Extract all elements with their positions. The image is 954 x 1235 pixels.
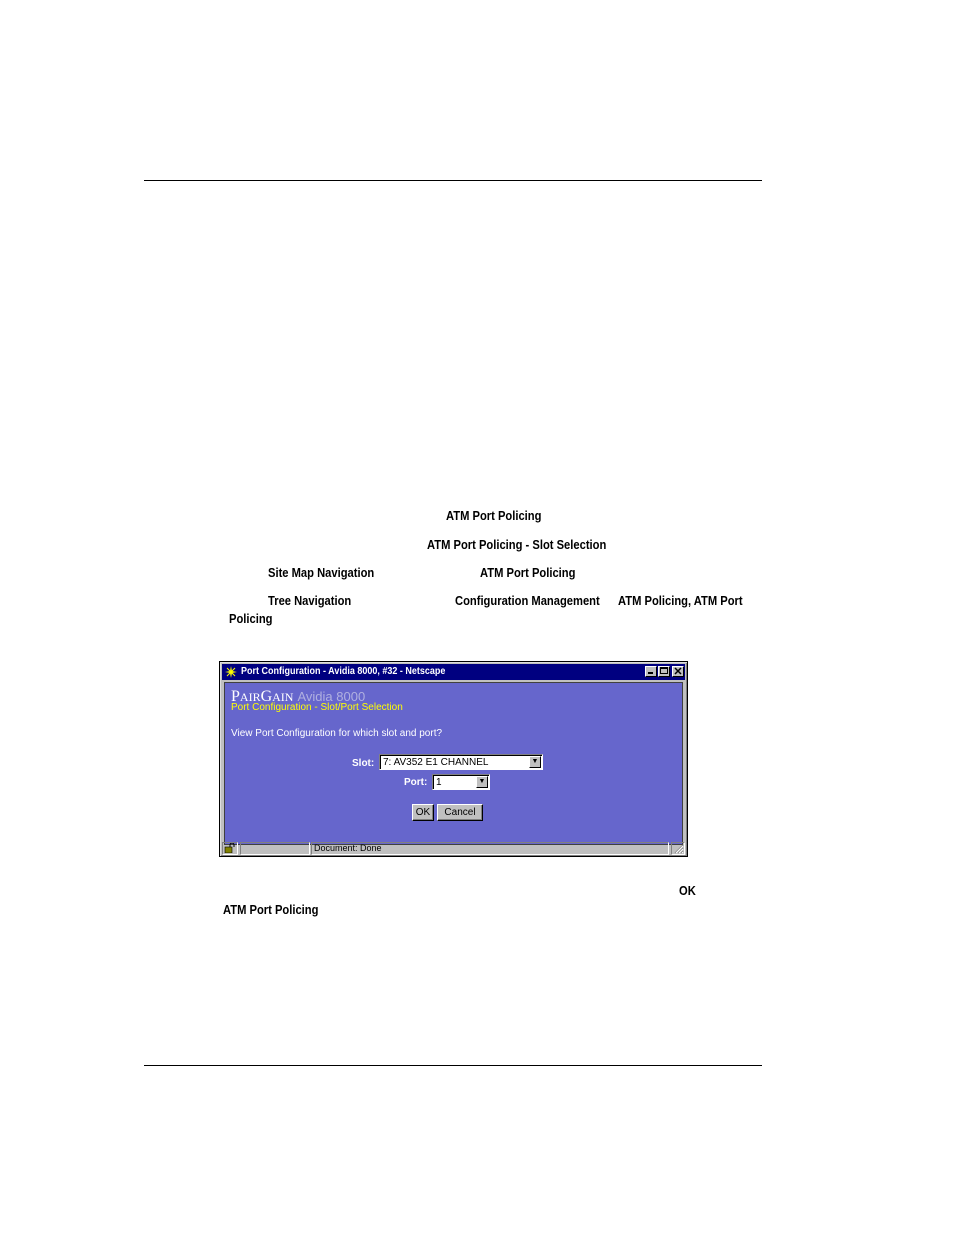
resize-grip[interactable] <box>671 842 685 855</box>
window-title: Port Configuration - Avidia 8000, #32 - … <box>241 666 446 677</box>
cancel-button[interactable]: Cancel <box>437 804 483 821</box>
ok-button[interactable]: OK <box>412 804 434 821</box>
slot-select[interactable]: 7: AV352 E1 CHANNEL ▼ <box>379 754 543 770</box>
selection-question: View Port Configuration for which slot a… <box>231 728 443 739</box>
port-select-value: 1 <box>436 777 442 788</box>
instruction-step1-term: ATM Port Policing <box>446 508 542 523</box>
status-bar: Document: Done <box>222 842 685 855</box>
tree-path-policing: Policing <box>229 611 273 626</box>
instruction-step2-term: ATM Port Policing - Slot Selection <box>427 537 607 552</box>
lock-icon <box>224 842 235 854</box>
status-text: Document: Done <box>311 842 669 855</box>
window-titlebar: Port Configuration - Avidia 8000, #32 - … <box>222 664 685 680</box>
security-cell[interactable] <box>222 842 238 855</box>
progress-cell <box>240 842 310 855</box>
resize-grip-icon <box>674 844 684 854</box>
chevron-down-icon[interactable]: ▼ <box>529 756 541 768</box>
header-rule <box>144 180 762 181</box>
minimize-icon <box>648 672 653 674</box>
port-label: Port: <box>404 777 428 788</box>
page-subtitle: Port Configuration - Slot/Port Selection <box>231 702 403 713</box>
netscape-icon <box>224 665 238 679</box>
sitemap-target-term: ATM Port Policing <box>480 565 576 580</box>
ok-term: OK <box>679 883 696 898</box>
result-term: ATM Port Policing <box>223 902 319 917</box>
maximize-icon <box>660 667 668 674</box>
maximize-button[interactable] <box>658 666 670 677</box>
tree-path-atm-policing: ATM Policing, ATM Port <box>618 593 743 608</box>
chevron-down-icon[interactable]: ▼ <box>476 776 488 788</box>
port-select[interactable]: 1 ▼ <box>432 774 490 790</box>
close-icon <box>674 667 682 675</box>
page-content: PAIRGAIN Avidia 8000 Port Configuration … <box>224 682 683 845</box>
slot-select-value: 7: AV352 E1 CHANNEL <box>383 757 489 768</box>
netscape-window: Port Configuration - Avidia 8000, #32 - … <box>219 661 688 857</box>
sitemap-navigation-term: Site Map Navigation <box>268 565 375 580</box>
tree-navigation-term: Tree Navigation <box>268 593 352 608</box>
footer-rule <box>144 1065 762 1066</box>
slot-label: Slot: <box>352 758 375 769</box>
tree-path-configuration: Configuration Management <box>455 593 600 608</box>
minimize-button[interactable] <box>645 666 657 677</box>
close-button[interactable] <box>672 666 684 677</box>
